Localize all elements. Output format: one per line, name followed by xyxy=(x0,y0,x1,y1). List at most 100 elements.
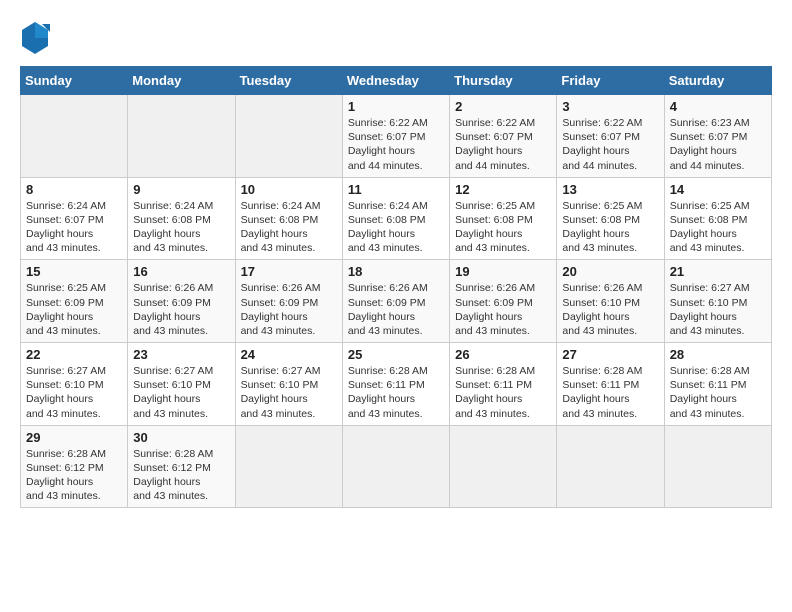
calendar-cell: 19 Sunrise: 6:26 AM Sunset: 6:09 PM Dayl… xyxy=(450,260,557,343)
day-info: Sunrise: 6:28 AM Sunset: 6:11 PM Dayligh… xyxy=(348,364,444,421)
day-number: 26 xyxy=(455,347,551,362)
calendar-cell: 28 Sunrise: 6:28 AM Sunset: 6:11 PM Dayl… xyxy=(664,343,771,426)
day-info: Sunrise: 6:24 AM Sunset: 6:08 PM Dayligh… xyxy=(241,199,337,256)
day-info: Sunrise: 6:26 AM Sunset: 6:09 PM Dayligh… xyxy=(133,281,229,338)
calendar-cell: 13 Sunrise: 6:25 AM Sunset: 6:08 PM Dayl… xyxy=(557,177,664,260)
logo xyxy=(20,20,54,56)
day-header-sunday: Sunday xyxy=(21,67,128,95)
day-info: Sunrise: 6:26 AM Sunset: 6:09 PM Dayligh… xyxy=(455,281,551,338)
calendar-cell: 24 Sunrise: 6:27 AM Sunset: 6:10 PM Dayl… xyxy=(235,343,342,426)
calendar-cell: 29 Sunrise: 6:28 AM Sunset: 6:12 PM Dayl… xyxy=(21,425,128,508)
day-header-thursday: Thursday xyxy=(450,67,557,95)
day-info: Sunrise: 6:27 AM Sunset: 6:10 PM Dayligh… xyxy=(241,364,337,421)
calendar-cell: 21 Sunrise: 6:27 AM Sunset: 6:10 PM Dayl… xyxy=(664,260,771,343)
day-number: 19 xyxy=(455,264,551,279)
calendar-cell: 10 Sunrise: 6:24 AM Sunset: 6:08 PM Dayl… xyxy=(235,177,342,260)
day-number: 16 xyxy=(133,264,229,279)
day-header-saturday: Saturday xyxy=(664,67,771,95)
calendar-cell xyxy=(557,425,664,508)
day-number: 22 xyxy=(26,347,122,362)
calendar-cell: 25 Sunrise: 6:28 AM Sunset: 6:11 PM Dayl… xyxy=(342,343,449,426)
calendar-table: SundayMondayTuesdayWednesdayThursdayFrid… xyxy=(20,66,772,508)
day-info: Sunrise: 6:28 AM Sunset: 6:11 PM Dayligh… xyxy=(670,364,766,421)
day-info: Sunrise: 6:25 AM Sunset: 6:08 PM Dayligh… xyxy=(670,199,766,256)
calendar-cell: 9 Sunrise: 6:24 AM Sunset: 6:08 PM Dayli… xyxy=(128,177,235,260)
day-info: Sunrise: 6:22 AM Sunset: 6:07 PM Dayligh… xyxy=(348,116,444,173)
day-number: 29 xyxy=(26,430,122,445)
calendar-cell: 20 Sunrise: 6:26 AM Sunset: 6:10 PM Dayl… xyxy=(557,260,664,343)
day-number: 18 xyxy=(348,264,444,279)
day-info: Sunrise: 6:24 AM Sunset: 6:08 PM Dayligh… xyxy=(133,199,229,256)
day-number: 17 xyxy=(241,264,337,279)
day-info: Sunrise: 6:25 AM Sunset: 6:08 PM Dayligh… xyxy=(562,199,658,256)
calendar-cell: 14 Sunrise: 6:25 AM Sunset: 6:08 PM Dayl… xyxy=(664,177,771,260)
day-info: Sunrise: 6:28 AM Sunset: 6:12 PM Dayligh… xyxy=(133,447,229,504)
day-number: 23 xyxy=(133,347,229,362)
day-number: 25 xyxy=(348,347,444,362)
day-info: Sunrise: 6:25 AM Sunset: 6:09 PM Dayligh… xyxy=(26,281,122,338)
day-header-monday: Monday xyxy=(128,67,235,95)
day-info: Sunrise: 6:22 AM Sunset: 6:07 PM Dayligh… xyxy=(562,116,658,173)
day-number: 13 xyxy=(562,182,658,197)
calendar-week-row: 8 Sunrise: 6:24 AM Sunset: 6:07 PM Dayli… xyxy=(21,177,772,260)
day-number: 28 xyxy=(670,347,766,362)
day-number: 11 xyxy=(348,182,444,197)
day-number: 14 xyxy=(670,182,766,197)
day-info: Sunrise: 6:28 AM Sunset: 6:11 PM Dayligh… xyxy=(562,364,658,421)
day-number: 8 xyxy=(26,182,122,197)
page-header xyxy=(20,20,772,56)
day-info: Sunrise: 6:27 AM Sunset: 6:10 PM Dayligh… xyxy=(26,364,122,421)
day-number: 9 xyxy=(133,182,229,197)
calendar-cell: 17 Sunrise: 6:26 AM Sunset: 6:09 PM Dayl… xyxy=(235,260,342,343)
day-number: 21 xyxy=(670,264,766,279)
calendar-cell: 23 Sunrise: 6:27 AM Sunset: 6:10 PM Dayl… xyxy=(128,343,235,426)
calendar-cell: 11 Sunrise: 6:24 AM Sunset: 6:08 PM Dayl… xyxy=(342,177,449,260)
day-number: 15 xyxy=(26,264,122,279)
calendar-cell: 18 Sunrise: 6:26 AM Sunset: 6:09 PM Dayl… xyxy=(342,260,449,343)
calendar-cell: 12 Sunrise: 6:25 AM Sunset: 6:08 PM Dayl… xyxy=(450,177,557,260)
day-info: Sunrise: 6:26 AM Sunset: 6:09 PM Dayligh… xyxy=(348,281,444,338)
day-number: 3 xyxy=(562,99,658,114)
calendar-cell xyxy=(342,425,449,508)
day-info: Sunrise: 6:27 AM Sunset: 6:10 PM Dayligh… xyxy=(670,281,766,338)
day-info: Sunrise: 6:23 AM Sunset: 6:07 PM Dayligh… xyxy=(670,116,766,173)
calendar-cell xyxy=(128,95,235,178)
calendar-cell xyxy=(664,425,771,508)
day-info: Sunrise: 6:28 AM Sunset: 6:11 PM Dayligh… xyxy=(455,364,551,421)
calendar-cell: 4 Sunrise: 6:23 AM Sunset: 6:07 PM Dayli… xyxy=(664,95,771,178)
day-header-friday: Friday xyxy=(557,67,664,95)
day-number: 27 xyxy=(562,347,658,362)
calendar-cell: 15 Sunrise: 6:25 AM Sunset: 6:09 PM Dayl… xyxy=(21,260,128,343)
day-info: Sunrise: 6:22 AM Sunset: 6:07 PM Dayligh… xyxy=(455,116,551,173)
calendar-cell: 1 Sunrise: 6:22 AM Sunset: 6:07 PM Dayli… xyxy=(342,95,449,178)
calendar-cell: 27 Sunrise: 6:28 AM Sunset: 6:11 PM Dayl… xyxy=(557,343,664,426)
calendar-cell xyxy=(21,95,128,178)
day-info: Sunrise: 6:27 AM Sunset: 6:10 PM Dayligh… xyxy=(133,364,229,421)
calendar-week-row: 1 Sunrise: 6:22 AM Sunset: 6:07 PM Dayli… xyxy=(21,95,772,178)
day-number: 24 xyxy=(241,347,337,362)
day-number: 12 xyxy=(455,182,551,197)
calendar-week-row: 29 Sunrise: 6:28 AM Sunset: 6:12 PM Dayl… xyxy=(21,425,772,508)
calendar-cell: 30 Sunrise: 6:28 AM Sunset: 6:12 PM Dayl… xyxy=(128,425,235,508)
calendar-cell: 3 Sunrise: 6:22 AM Sunset: 6:07 PM Dayli… xyxy=(557,95,664,178)
day-info: Sunrise: 6:28 AM Sunset: 6:12 PM Dayligh… xyxy=(26,447,122,504)
day-info: Sunrise: 6:24 AM Sunset: 6:08 PM Dayligh… xyxy=(348,199,444,256)
day-header-wednesday: Wednesday xyxy=(342,67,449,95)
day-number: 1 xyxy=(348,99,444,114)
calendar-cell xyxy=(450,425,557,508)
day-number: 10 xyxy=(241,182,337,197)
calendar-cell xyxy=(235,95,342,178)
day-header-tuesday: Tuesday xyxy=(235,67,342,95)
calendar-cell xyxy=(235,425,342,508)
day-info: Sunrise: 6:25 AM Sunset: 6:08 PM Dayligh… xyxy=(455,199,551,256)
logo-icon xyxy=(20,20,50,56)
day-info: Sunrise: 6:24 AM Sunset: 6:07 PM Dayligh… xyxy=(26,199,122,256)
calendar-cell: 16 Sunrise: 6:26 AM Sunset: 6:09 PM Dayl… xyxy=(128,260,235,343)
day-info: Sunrise: 6:26 AM Sunset: 6:09 PM Dayligh… xyxy=(241,281,337,338)
calendar-cell: 22 Sunrise: 6:27 AM Sunset: 6:10 PM Dayl… xyxy=(21,343,128,426)
day-number: 2 xyxy=(455,99,551,114)
day-number: 20 xyxy=(562,264,658,279)
day-number: 30 xyxy=(133,430,229,445)
calendar-cell: 8 Sunrise: 6:24 AM Sunset: 6:07 PM Dayli… xyxy=(21,177,128,260)
calendar-cell: 26 Sunrise: 6:28 AM Sunset: 6:11 PM Dayl… xyxy=(450,343,557,426)
